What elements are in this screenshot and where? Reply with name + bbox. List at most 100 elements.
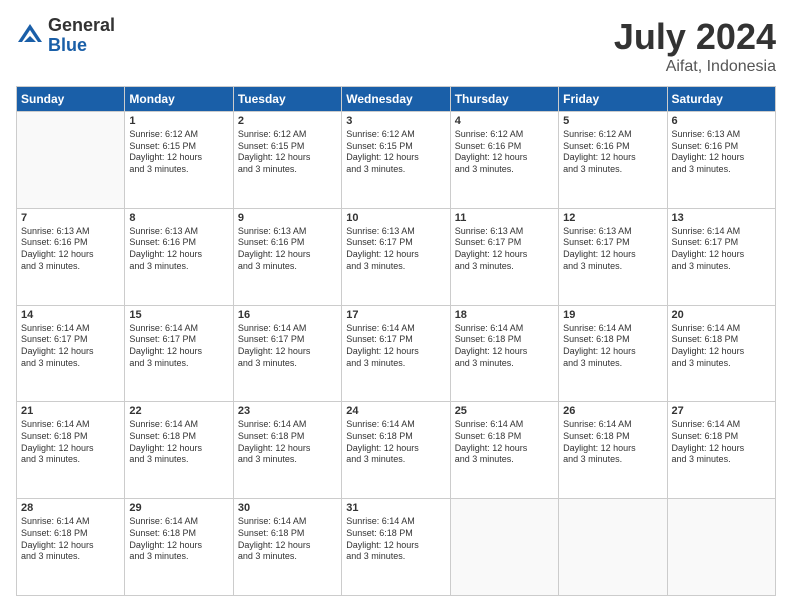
day-number: 1 bbox=[129, 115, 228, 127]
day-number: 8 bbox=[129, 212, 228, 224]
day-number: 26 bbox=[563, 405, 662, 417]
col-wednesday: Wednesday bbox=[342, 87, 450, 112]
day-number: 23 bbox=[238, 405, 337, 417]
table-row: 10 Sunrise: 6:13 AM Sunset: 6:17 PM Dayli… bbox=[342, 208, 450, 305]
logo-text: General Blue bbox=[48, 16, 115, 56]
table-row: 13 Sunrise: 6:14 AM Sunset: 6:17 PM Dayli… bbox=[667, 208, 775, 305]
day-number: 22 bbox=[129, 405, 228, 417]
logo-general: General bbox=[48, 16, 115, 36]
day-number: 9 bbox=[238, 212, 337, 224]
day-number: 17 bbox=[346, 309, 445, 321]
day-info: Sunrise: 6:14 AM Sunset: 6:17 PM Dayligh… bbox=[672, 226, 771, 273]
table-row: 4 Sunrise: 6:12 AM Sunset: 6:16 PM Daylig… bbox=[450, 112, 558, 209]
day-number: 29 bbox=[129, 502, 228, 514]
day-number: 10 bbox=[346, 212, 445, 224]
day-info: Sunrise: 6:12 AM Sunset: 6:15 PM Dayligh… bbox=[238, 129, 337, 176]
day-number: 30 bbox=[238, 502, 337, 514]
day-number: 15 bbox=[129, 309, 228, 321]
day-info: Sunrise: 6:14 AM Sunset: 6:18 PM Dayligh… bbox=[563, 323, 662, 370]
calendar-week-row: 1 Sunrise: 6:12 AM Sunset: 6:15 PM Daylig… bbox=[17, 112, 776, 209]
day-info: Sunrise: 6:13 AM Sunset: 6:16 PM Dayligh… bbox=[672, 129, 771, 176]
logo: General Blue bbox=[16, 16, 115, 56]
day-info: Sunrise: 6:14 AM Sunset: 6:18 PM Dayligh… bbox=[129, 419, 228, 466]
col-tuesday: Tuesday bbox=[233, 87, 341, 112]
table-row: 14 Sunrise: 6:14 AM Sunset: 6:17 PM Dayli… bbox=[17, 305, 125, 402]
day-number: 20 bbox=[672, 309, 771, 321]
table-row: 5Sunrise: 6:12 AM Sunset: 6:16 PM Daylig… bbox=[559, 112, 667, 209]
table-row: 3 Sunrise: 6:12 AM Sunset: 6:15 PM Daylig… bbox=[342, 112, 450, 209]
table-row: 7Sunrise: 6:13 AM Sunset: 6:16 PM Daylig… bbox=[17, 208, 125, 305]
day-info: Sunrise: 6:14 AM Sunset: 6:18 PM Dayligh… bbox=[672, 419, 771, 466]
day-info: Sunrise: 6:14 AM Sunset: 6:18 PM Dayligh… bbox=[455, 323, 554, 370]
day-info: Sunrise: 6:13 AM Sunset: 6:16 PM Dayligh… bbox=[238, 226, 337, 273]
table-row: 6 Sunrise: 6:13 AM Sunset: 6:16 PM Daylig… bbox=[667, 112, 775, 209]
page: General Blue July 2024 Aifat, Indonesia … bbox=[0, 0, 792, 612]
col-saturday: Saturday bbox=[667, 87, 775, 112]
day-info: Sunrise: 6:13 AM Sunset: 6:16 PM Dayligh… bbox=[129, 226, 228, 273]
day-number: 16 bbox=[238, 309, 337, 321]
day-info: Sunrise: 6:14 AM Sunset: 6:18 PM Dayligh… bbox=[672, 323, 771, 370]
location: Aifat, Indonesia bbox=[614, 58, 776, 76]
col-monday: Monday bbox=[125, 87, 233, 112]
day-info: Sunrise: 6:14 AM Sunset: 6:18 PM Dayligh… bbox=[129, 516, 228, 563]
table-row: 23 Sunrise: 6:14 AM Sunset: 6:18 PM Dayli… bbox=[233, 402, 341, 499]
table-row: 22 Sunrise: 6:14 AM Sunset: 6:18 PM Dayli… bbox=[125, 402, 233, 499]
table-row: 12 Sunrise: 6:13 AM Sunset: 6:17 PM Dayli… bbox=[559, 208, 667, 305]
day-number: 7 bbox=[21, 212, 120, 224]
calendar-header-row: Sunday Monday Tuesday Wednesday Thursday… bbox=[17, 87, 776, 112]
day-number: 31 bbox=[346, 502, 445, 514]
calendar-week-row: 14 Sunrise: 6:14 AM Sunset: 6:17 PM Dayli… bbox=[17, 305, 776, 402]
table-row: 20 Sunrise: 6:14 AM Sunset: 6:18 PM Dayli… bbox=[667, 305, 775, 402]
day-info: Sunrise: 6:14 AM Sunset: 6:17 PM Dayligh… bbox=[21, 323, 120, 370]
calendar-week-row: 7 Sunrise: 6:13 AM Sunset: 6:16 PM Daylig… bbox=[17, 208, 776, 305]
day-number: 19 bbox=[563, 309, 662, 321]
table-row bbox=[559, 499, 667, 596]
table-row: 1 Sunrise: 6:12 AM Sunset: 6:15 PM Daylig… bbox=[125, 112, 233, 209]
table-row: 29 Sunrise: 6:14 AM Sunset: 6:18 PM Dayli… bbox=[125, 499, 233, 596]
table-row: 31 Sunrise: 6:14 AM Sunset: 6:18 PM Dayli… bbox=[342, 499, 450, 596]
calendar-week-row: 28 Sunrise: 6:14 AM Sunset: 6:18 PM Dayli… bbox=[17, 499, 776, 596]
col-sunday: Sunday bbox=[17, 87, 125, 112]
day-info: Sunrise: 6:14 AM Sunset: 6:18 PM Dayligh… bbox=[238, 516, 337, 563]
day-info: Sunrise: 6:14 AM Sunset: 6:17 PM Dayligh… bbox=[129, 323, 228, 370]
day-number: 14 bbox=[21, 309, 120, 321]
day-info: Sunrise: 6:14 AM Sunset: 6:18 PM Dayligh… bbox=[346, 516, 445, 563]
day-info: Sunrise: 6:14 AM Sunset: 6:18 PM Dayligh… bbox=[21, 419, 120, 466]
table-row: 2Sunrise: 6:12 AM Sunset: 6:15 PM Daylig… bbox=[233, 112, 341, 209]
table-row: 25Sunrise: 6:14 AM Sunset: 6:18 PM Dayli… bbox=[450, 402, 558, 499]
table-row bbox=[450, 499, 558, 596]
table-row: 30 Sunrise: 6:14 AM Sunset: 6:18 PM Dayli… bbox=[233, 499, 341, 596]
day-number: 3 bbox=[346, 115, 445, 127]
logo-icon bbox=[16, 22, 44, 50]
day-number: 4 bbox=[455, 115, 554, 127]
table-row: 28 Sunrise: 6:14 AM Sunset: 6:18 PM Dayli… bbox=[17, 499, 125, 596]
header: General Blue July 2024 Aifat, Indonesia bbox=[16, 16, 776, 76]
table-row: 27 Sunrise: 6:14 AM Sunset: 6:18 PM Dayli… bbox=[667, 402, 775, 499]
table-row: 21Sunrise: 6:14 AM Sunset: 6:18 PM Dayli… bbox=[17, 402, 125, 499]
table-row: 9 Sunrise: 6:13 AM Sunset: 6:16 PM Daylig… bbox=[233, 208, 341, 305]
day-number: 6 bbox=[672, 115, 771, 127]
day-info: Sunrise: 6:14 AM Sunset: 6:18 PM Dayligh… bbox=[346, 419, 445, 466]
day-number: 25 bbox=[455, 405, 554, 417]
day-info: Sunrise: 6:12 AM Sunset: 6:16 PM Dayligh… bbox=[455, 129, 554, 176]
day-number: 24 bbox=[346, 405, 445, 417]
title-block: July 2024 Aifat, Indonesia bbox=[614, 16, 776, 76]
day-number: 18 bbox=[455, 309, 554, 321]
logo-blue: Blue bbox=[48, 36, 115, 56]
table-row: 11Sunrise: 6:13 AM Sunset: 6:17 PM Dayli… bbox=[450, 208, 558, 305]
day-number: 28 bbox=[21, 502, 120, 514]
day-number: 27 bbox=[672, 405, 771, 417]
day-number: 5 bbox=[563, 115, 662, 127]
day-info: Sunrise: 6:14 AM Sunset: 6:18 PM Dayligh… bbox=[238, 419, 337, 466]
table-row: 17Sunrise: 6:14 AM Sunset: 6:17 PM Dayli… bbox=[342, 305, 450, 402]
day-number: 12 bbox=[563, 212, 662, 224]
day-info: Sunrise: 6:12 AM Sunset: 6:15 PM Dayligh… bbox=[129, 129, 228, 176]
day-number: 13 bbox=[672, 212, 771, 224]
day-info: Sunrise: 6:14 AM Sunset: 6:18 PM Dayligh… bbox=[21, 516, 120, 563]
calendar-table: Sunday Monday Tuesday Wednesday Thursday… bbox=[16, 86, 776, 596]
table-row: 26Sunrise: 6:14 AM Sunset: 6:18 PM Dayli… bbox=[559, 402, 667, 499]
day-info: Sunrise: 6:13 AM Sunset: 6:17 PM Dayligh… bbox=[346, 226, 445, 273]
day-info: Sunrise: 6:13 AM Sunset: 6:17 PM Dayligh… bbox=[455, 226, 554, 273]
day-info: Sunrise: 6:13 AM Sunset: 6:17 PM Dayligh… bbox=[563, 226, 662, 273]
day-info: Sunrise: 6:12 AM Sunset: 6:15 PM Dayligh… bbox=[346, 129, 445, 176]
